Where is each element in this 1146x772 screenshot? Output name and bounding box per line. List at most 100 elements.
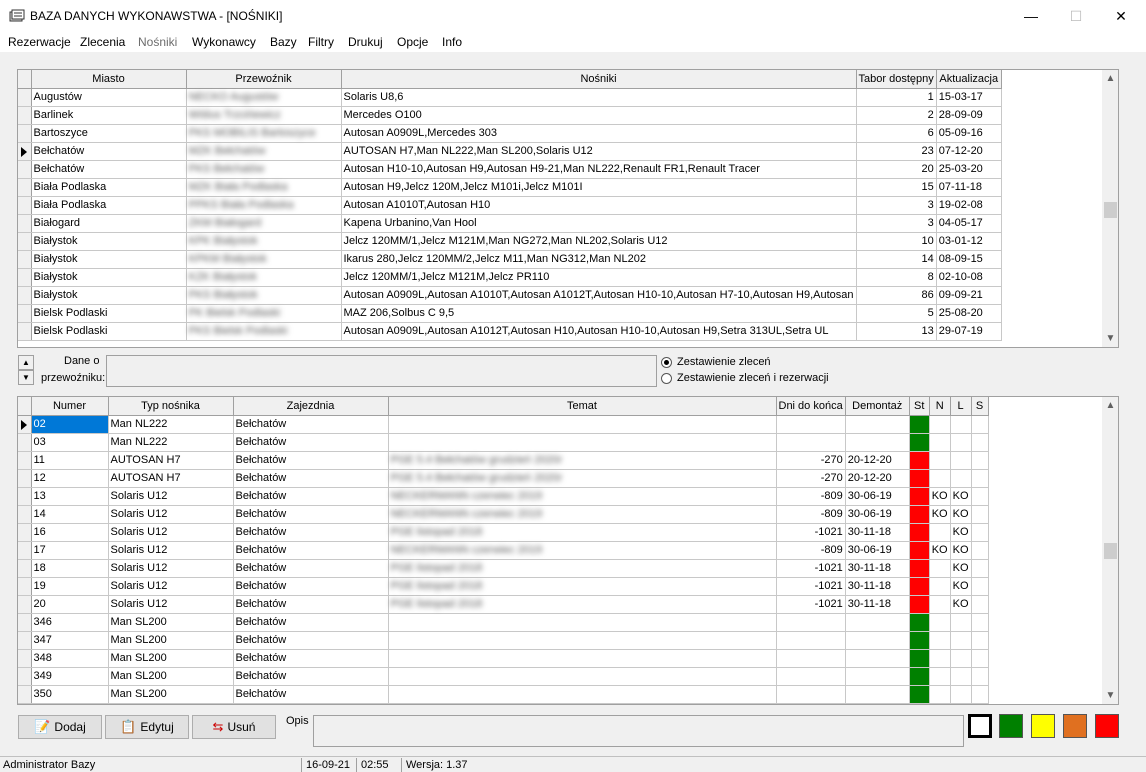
cell-tabor[interactable]: 1 xyxy=(856,88,937,107)
cell-l[interactable]: KO xyxy=(950,595,972,614)
cell-zajezdnia[interactable]: Bełchatów xyxy=(233,649,389,668)
cell-przewoznik[interactable]: KZK Białystok xyxy=(186,268,342,287)
cell-przewoznik[interactable]: PPKS Biała Podlaska xyxy=(186,196,342,215)
cell-s[interactable] xyxy=(971,577,989,596)
cell-temat[interactable] xyxy=(388,613,777,632)
cell-przewoznik[interactable]: KPK Białystok xyxy=(186,232,342,251)
radio-zestawienie-zlecen[interactable] xyxy=(661,357,672,368)
close-button[interactable]: ✕ xyxy=(1098,0,1144,32)
cell-numer[interactable]: 13 xyxy=(31,487,109,506)
cell-tabor[interactable]: 14 xyxy=(856,250,937,269)
cell-miasto[interactable]: Bielsk Podlaski xyxy=(31,304,187,323)
cell-tabor[interactable]: 8 xyxy=(856,268,937,287)
cell-zajezdnia[interactable]: Bełchatów xyxy=(233,469,389,488)
cell-typ[interactable]: Solaris U12 xyxy=(108,595,234,614)
cell-l[interactable] xyxy=(950,667,972,686)
cell-temat[interactable]: NECKERMANN czerwiec 2019 xyxy=(388,541,777,560)
cell-s[interactable] xyxy=(971,595,989,614)
scroll-thumb[interactable] xyxy=(1104,202,1117,218)
cell-demontaz[interactable] xyxy=(845,685,910,704)
header-n[interactable]: N xyxy=(929,397,951,416)
table-row[interactable]: Bielsk Podlaski PK Bielsk Podlaski MAZ 206… xyxy=(18,304,1002,323)
cell-demontaz[interactable]: 30-11-18 xyxy=(845,559,910,578)
cell-temat[interactable]: PGE listopad 2018 xyxy=(388,577,777,596)
cell-demontaz[interactable]: 30-11-18 xyxy=(845,523,910,542)
cell-zajezdnia[interactable]: Bełchatów xyxy=(233,523,389,542)
cell-aktualizacja[interactable]: 19-02-08 xyxy=(936,196,1002,215)
header-s[interactable]: S xyxy=(971,397,989,416)
cell-dni[interactable]: -809 xyxy=(776,541,846,560)
cell-typ[interactable]: Man SL200 xyxy=(108,685,234,704)
cell-s[interactable] xyxy=(971,487,989,506)
vehicles-grid[interactable]: Numer Typ nośnika Zajezdnia Temat Dni do… xyxy=(17,396,1119,705)
cell-s[interactable] xyxy=(971,433,989,452)
cell-numer[interactable]: 16 xyxy=(31,523,109,542)
cell-nosniki[interactable]: Autosan A0909L,Autosan A1012T,Autosan H1… xyxy=(341,322,857,341)
cell-dni[interactable]: -809 xyxy=(776,487,846,506)
cell-temat[interactable]: NECKERMANN czerwiec 2019 xyxy=(388,505,777,524)
cell-numer[interactable]: 02 xyxy=(31,415,109,434)
cell-nosniki[interactable]: MAZ 206,Solbus C 9,5 xyxy=(341,304,857,323)
header-nosniki[interactable]: Nośniki xyxy=(341,70,857,89)
cell-s[interactable] xyxy=(971,685,989,704)
cell-przewoznik[interactable]: NECKO Augustów xyxy=(186,88,342,107)
cell-typ[interactable]: Man SL200 xyxy=(108,613,234,632)
cell-dni[interactable] xyxy=(776,649,846,668)
cell-numer[interactable]: 11 xyxy=(31,451,109,470)
cell-n[interactable]: KO xyxy=(929,505,951,524)
swatch-green[interactable] xyxy=(999,714,1023,738)
cell-demontaz[interactable] xyxy=(845,667,910,686)
cell-aktualizacja[interactable]: 25-08-20 xyxy=(936,304,1002,323)
cell-aktualizacja[interactable]: 25-03-20 xyxy=(936,160,1002,179)
swatch-yellow[interactable] xyxy=(1031,714,1055,738)
cell-przewoznik[interactable]: PKS Białystok xyxy=(186,286,342,305)
cell-nosniki[interactable]: Jelcz 120MM/1,Jelcz M121M,Man NG272,Man … xyxy=(341,232,857,251)
cell-nosniki[interactable]: Autosan H9,Jelcz 120M,Jelcz M101i,Jelcz … xyxy=(341,178,857,197)
cell-temat[interactable] xyxy=(388,667,777,686)
menu-drukuj[interactable]: Drukuj xyxy=(348,35,383,49)
cell-miasto[interactable]: Bełchatów xyxy=(31,142,187,161)
cell-temat[interactable]: NECKERMANN czerwiec 2019 xyxy=(388,487,777,506)
cell-dni[interactable] xyxy=(776,415,846,434)
cell-tabor[interactable]: 5 xyxy=(856,304,937,323)
cell-nosniki[interactable]: Autosan A0909L,Autosan A1010T,Autosan A1… xyxy=(341,286,857,305)
cell-aktualizacja[interactable]: 07-11-18 xyxy=(936,178,1002,197)
cell-typ[interactable]: AUTOSAN H7 xyxy=(108,451,234,470)
cell-l[interactable]: KO xyxy=(950,505,972,524)
swatch-white[interactable] xyxy=(968,714,992,738)
cell-zajezdnia[interactable]: Bełchatów xyxy=(233,685,389,704)
cell-zajezdnia[interactable]: Bełchatów xyxy=(233,433,389,452)
cell-tabor[interactable]: 3 xyxy=(856,196,937,215)
cell-temat[interactable]: PGE 5.4 Bełchatów grudzień 2020r xyxy=(388,451,777,470)
carriers-grid[interactable]: Miasto Przewoźnik Nośniki Tabor dostępny… xyxy=(17,69,1119,348)
cell-typ[interactable]: Solaris U12 xyxy=(108,541,234,560)
cell-aktualizacja[interactable]: 28-09-09 xyxy=(936,106,1002,125)
cell-typ[interactable]: Man NL222 xyxy=(108,433,234,452)
cell-dni[interactable]: -1021 xyxy=(776,523,846,542)
table-row[interactable]: Biała Podlaska MZK Biała Podlaska Autosan … xyxy=(18,178,1002,197)
cell-aktualizacja[interactable]: 29-07-19 xyxy=(936,322,1002,341)
cell-zajezdnia[interactable]: Bełchatów xyxy=(233,595,389,614)
cell-temat[interactable] xyxy=(388,631,777,650)
cell-temat[interactable]: PGE listopad 2018 xyxy=(388,559,777,578)
cell-l[interactable]: KO xyxy=(950,541,972,560)
header-przewoznik[interactable]: Przewoźnik xyxy=(186,70,342,89)
cell-l[interactable] xyxy=(950,433,972,452)
cell-nosniki[interactable]: Autosan A1010T,Autosan H10 xyxy=(341,196,857,215)
cell-temat[interactable]: PGE listopad 2018 xyxy=(388,595,777,614)
cell-miasto[interactable]: Białystok xyxy=(31,250,187,269)
cell-zajezdnia[interactable]: Bełchatów xyxy=(233,559,389,578)
table-row[interactable]: 346 Man SL200 Bełchatów xyxy=(18,613,989,632)
cell-miasto[interactable]: Barlinek xyxy=(31,106,187,125)
cell-aktualizacja[interactable]: 09-09-21 xyxy=(936,286,1002,305)
table-row[interactable]: Biała Podlaska PPKS Biała Podlaska Autosan… xyxy=(18,196,1002,215)
scroll-down-icon[interactable]: ▼ xyxy=(1102,330,1118,347)
cell-l[interactable] xyxy=(950,415,972,434)
menu-wykonawcy[interactable]: Wykonawcy xyxy=(192,35,256,49)
cell-dni[interactable] xyxy=(776,667,846,686)
cell-numer[interactable]: 346 xyxy=(31,613,109,632)
cell-numer[interactable]: 12 xyxy=(31,469,109,488)
cell-zajezdnia[interactable]: Bełchatów xyxy=(233,541,389,560)
vehicles-scrollbar[interactable]: ▲ ▼ xyxy=(1102,397,1118,704)
cell-n[interactable] xyxy=(929,613,951,632)
